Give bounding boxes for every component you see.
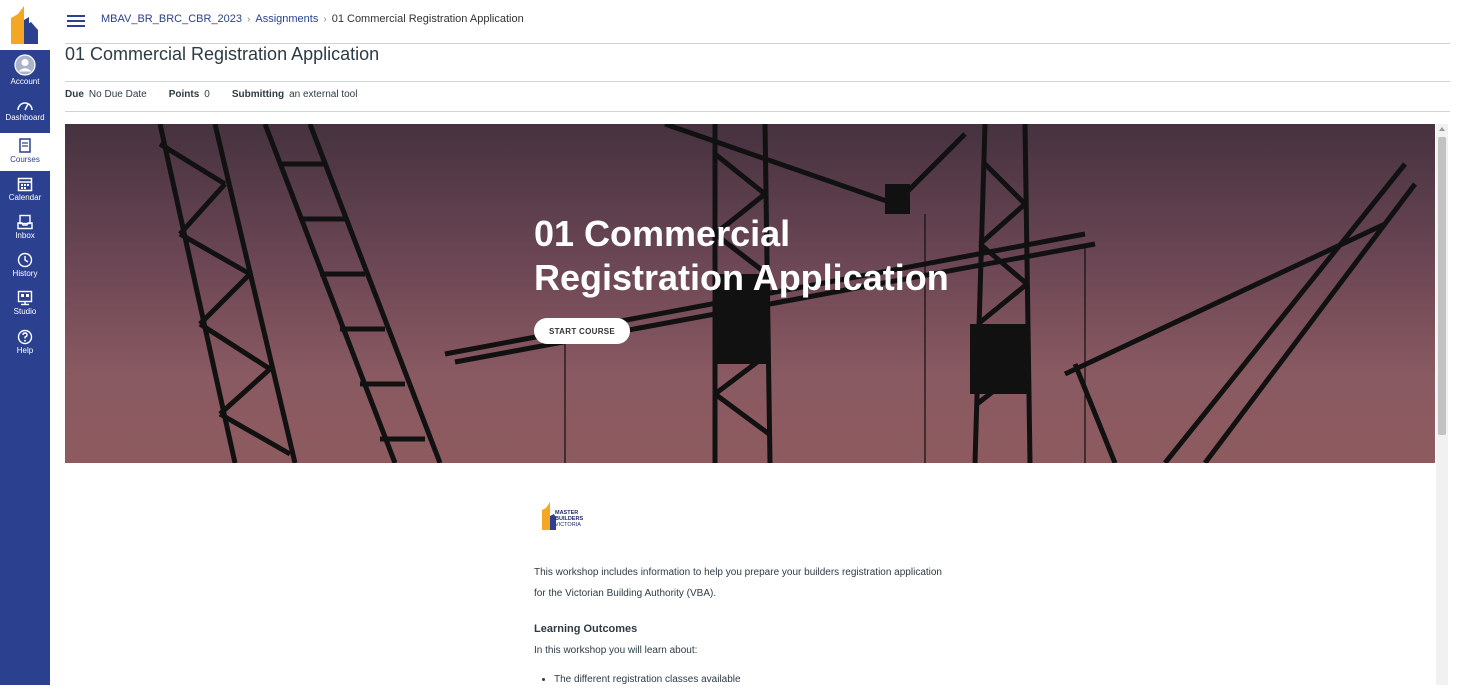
submitting-value: an external tool xyxy=(289,89,358,100)
calendar-icon xyxy=(17,177,33,192)
start-course-button[interactable]: START COURSE xyxy=(534,318,630,344)
nav-courses[interactable]: Courses xyxy=(0,133,50,171)
nav-inbox-label: Inbox xyxy=(15,231,35,240)
breadcrumb-separator: › xyxy=(323,14,327,25)
nav-history[interactable]: History xyxy=(0,252,50,284)
master-builders-logo-icon xyxy=(542,502,556,530)
dashboard-icon xyxy=(17,102,33,111)
intro-paragraph: This workshop includes information to he… xyxy=(534,562,984,604)
nav-account-label: Account xyxy=(10,77,40,86)
history-icon xyxy=(17,252,33,268)
hero-title-line-2: Registration Application xyxy=(534,257,949,298)
account-icon xyxy=(14,54,36,76)
global-navigation: Account Dashboard Courses Calendar Inbox… xyxy=(0,0,50,685)
nav-account[interactable]: Account xyxy=(0,54,50,92)
assignment-details: Due No Due Date Points 0 Submitting an extern… xyxy=(65,89,357,100)
list-item: The different registration classes avail… xyxy=(554,672,741,688)
nav-help-label: Help xyxy=(16,346,34,355)
nav-calendar-label: Calendar xyxy=(8,193,42,202)
intro-line-1: This workshop includes information to he… xyxy=(534,567,942,578)
help-icon xyxy=(17,329,33,345)
nav-dashboard[interactable]: Dashboard xyxy=(0,98,50,130)
master-builders-logo-text: MASTER BUILDERS VICTORIA xyxy=(555,510,583,528)
course-menu-toggle[interactable] xyxy=(67,14,85,28)
learning-outcomes-heading: Learning Outcomes xyxy=(534,623,638,635)
breadcrumb-course-link[interactable]: MBAV_BR_BRC_CBR_2023 xyxy=(101,13,242,25)
content-scrollbar[interactable] xyxy=(1436,124,1448,685)
points-label: Points xyxy=(168,89,200,100)
breadcrumb-assignments-link[interactable]: Assignments xyxy=(255,13,318,25)
breadcrumb-separator: › xyxy=(247,14,251,25)
breadcrumb-current: 01 Commercial Registration Application xyxy=(331,13,524,25)
institution-logo[interactable] xyxy=(0,0,50,50)
scroll-up-icon[interactable] xyxy=(1439,127,1445,131)
submitting-label: Submitting xyxy=(231,89,285,100)
nav-dashboard-label: Dashboard xyxy=(5,113,45,122)
nav-calendar[interactable]: Calendar xyxy=(0,176,50,208)
course-hero-banner: 01 Commercial Registration Application S… xyxy=(65,124,1435,463)
nav-help[interactable]: Help xyxy=(0,329,50,361)
breadcrumb: MBAV_BR_BRC_CBR_2023 › Assignments › 01 Comm… xyxy=(101,13,524,25)
nav-courses-label: Courses xyxy=(10,155,40,164)
nav-studio-label: Studio xyxy=(13,307,37,316)
logo-line-3: VICTORIA xyxy=(555,522,581,528)
points-value: 0 xyxy=(204,89,210,100)
due-value: No Due Date xyxy=(88,89,147,100)
courses-icon xyxy=(19,138,31,153)
studio-icon xyxy=(17,290,33,306)
scrollbar-thumb[interactable] xyxy=(1438,137,1446,435)
nav-inbox[interactable]: Inbox xyxy=(0,214,50,246)
hero-title-line-1: 01 Commercial xyxy=(534,213,791,254)
hero-title: 01 Commercial Registration Application xyxy=(534,212,1014,300)
learning-outcomes-list: The different registration classes avail… xyxy=(534,672,741,688)
intro-line-2: for the Victorian Building Authority (VB… xyxy=(534,588,717,599)
title-divider xyxy=(65,81,1450,82)
inbox-icon xyxy=(17,214,33,230)
details-divider xyxy=(65,111,1450,112)
learning-outcomes-intro: In this workshop you will learn about: xyxy=(534,645,698,656)
due-label: Due xyxy=(65,89,84,100)
mbv-logo-icon xyxy=(11,6,38,44)
nav-history-label: History xyxy=(12,269,38,278)
nav-studio[interactable]: Studio xyxy=(0,290,50,322)
page-title: 01 Commercial Registration Application xyxy=(65,44,380,64)
